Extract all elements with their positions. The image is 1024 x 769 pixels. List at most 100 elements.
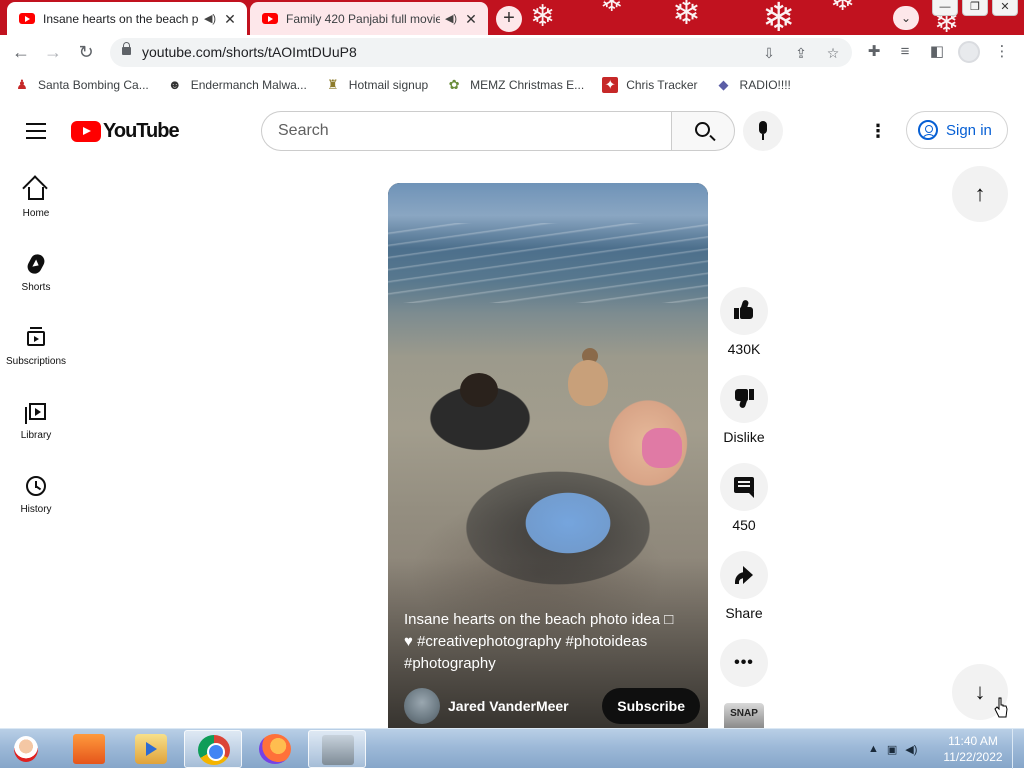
show-desktop-button[interactable] (1012, 729, 1024, 769)
taskbar-printer-app[interactable] (308, 730, 366, 768)
show-hidden-icons[interactable]: ▲ (868, 743, 879, 755)
close-tab-icon[interactable]: ✕ (462, 10, 480, 28)
comments-button[interactable] (720, 463, 768, 511)
extensions-puzzle-icon[interactable]: ✚ (862, 40, 886, 64)
bookmark-endermanch[interactable]: ☻ Endermanch Malwa... (167, 77, 307, 93)
taskbar-chrome[interactable] (184, 730, 242, 768)
dislike-button[interactable] (720, 375, 768, 423)
guide-item-shorts[interactable]: Shorts (0, 236, 72, 310)
shorts-icon (25, 251, 47, 277)
comment-icon (734, 477, 754, 498)
settings-more-icon[interactable]: ⋮ (866, 119, 890, 143)
sound-thumbnail[interactable]: SNAP (724, 703, 764, 728)
previous-short-button[interactable]: ↑ (952, 166, 1008, 222)
short-caption[interactable]: Insane hearts on the beach photo idea □ … (404, 609, 700, 675)
youtube-play-icon (71, 121, 101, 142)
start-button[interactable] (4, 729, 50, 769)
dislike-label: Dislike (723, 429, 765, 445)
like-count: 430K (727, 341, 761, 357)
bookmark-hotmail-signup[interactable]: ♜ Hotmail signup (325, 77, 428, 93)
snowflake-decoration: ❄ (672, 0, 701, 33)
guide-item-subscriptions[interactable]: Subscriptions (0, 310, 72, 384)
more-options-icon[interactable]: ••• (720, 639, 768, 687)
speaker-icon[interactable]: ◀) (203, 12, 217, 25)
side-panel-icon[interactable]: ◧ (925, 40, 949, 64)
arrow-down-icon: ↓ (974, 679, 986, 704)
guide-item-home[interactable]: Home (0, 162, 72, 236)
library-icon (25, 403, 46, 424)
windows-taskbar: ▲ ▣ ◀) 11:40 AM 11/22/2022 (0, 728, 1024, 769)
shorts-video-player[interactable]: Insane hearts on the beach photo idea □ … (388, 183, 708, 728)
taskbar-firefox[interactable] (246, 730, 304, 768)
speaker-icon[interactable]: ◀) (444, 12, 458, 25)
chrome-menu-icon[interactable]: ⋮ (990, 40, 1014, 64)
network-icon[interactable]: ▣ (887, 743, 897, 756)
profile-avatar-icon[interactable] (958, 41, 980, 63)
folder-icon (73, 734, 105, 764)
forward-button[interactable]: → (40, 39, 66, 65)
raccoon-icon: ☻ (167, 76, 182, 92)
taskbar-media-player[interactable] (122, 730, 180, 768)
guide-menu-icon[interactable] (26, 123, 46, 139)
gift-icon: ✦ (602, 76, 619, 93)
channel-row: Jared VanderMeer Subscribe (404, 688, 700, 724)
taskbar-clock[interactable]: 11:40 AM 11/22/2022 (940, 733, 1006, 765)
media-player-icon (135, 734, 167, 764)
bookmark-star-icon[interactable]: ☆ (822, 42, 844, 64)
bookmark-memz-christmas[interactable]: ✿ MEMZ Christmas E... (446, 77, 584, 93)
santa-icon: ♟ (16, 76, 28, 92)
sign-in-label: Sign in (946, 121, 992, 139)
back-button[interactable]: ← (8, 39, 34, 65)
channel-name[interactable]: Jared VanderMeer (448, 698, 602, 714)
reload-button[interactable]: ↻ (73, 39, 99, 65)
caption-line: Insane hearts on the beach photo idea □ (404, 611, 674, 628)
search-box[interactable] (261, 111, 672, 151)
youtube-favicon-icon (262, 13, 278, 24)
home-icon (28, 187, 44, 200)
woman-figure (560, 348, 708, 548)
bookmark-santa-bombing[interactable]: ♟ Santa Bombing Ca... (14, 77, 149, 93)
share-button[interactable] (720, 551, 768, 599)
tab-youtube-short[interactable]: Insane hearts on the beach photo idea ◀)… (7, 2, 247, 35)
lock-icon[interactable] (122, 42, 131, 55)
media-control-icon[interactable]: ≡ (893, 40, 917, 64)
taskbar-explorer[interactable] (60, 730, 118, 768)
tab-family-420[interactable]: Family 420 Panjabi full movie ◀) ✕ (250, 2, 488, 35)
url-text[interactable]: youtube.com/shorts/tAOImtDUuP8 (142, 44, 357, 60)
voice-search-button[interactable] (743, 111, 783, 151)
search-button[interactable] (671, 111, 735, 151)
channel-avatar[interactable] (404, 688, 440, 724)
minimize-button[interactable]: — (932, 0, 958, 16)
sign-in-button[interactable]: Sign in (906, 111, 1008, 149)
share-page-icon[interactable]: ⇪ (790, 42, 812, 64)
close-tab-icon[interactable]: ✕ (221, 10, 239, 28)
bookmark-chris-tracker[interactable]: ✦ Chris Tracker (602, 76, 698, 93)
bookmarks-bar: ♟ Santa Bombing Ca... ☻ Endermanch Malwa… (0, 70, 1024, 99)
guide-label: History (20, 504, 52, 515)
search-input[interactable] (262, 112, 642, 150)
guide-label: Shorts (21, 282, 51, 293)
bookmark-label: Santa Bombing Ca... (38, 77, 149, 92)
man-figure (400, 373, 550, 493)
youtube-logo[interactable]: YouTube (71, 120, 180, 143)
clock-date: 11/22/2022 (943, 750, 1003, 764)
guide-item-history[interactable]: History (0, 458, 72, 532)
browser-toolbar: ← → ↻ youtube.com/shorts/tAOImtDUuP8 ⇩ ⇪… (0, 35, 1024, 70)
bookmark-radio[interactable]: ◆ RADIO!!!! (716, 77, 791, 93)
guide-item-library[interactable]: Library (0, 384, 72, 458)
address-bar[interactable]: youtube.com/shorts/tAOImtDUuP8 ⇩ ⇪ ☆ (110, 38, 852, 67)
volume-icon[interactable]: ◀) (905, 743, 917, 756)
like-button[interactable] (720, 287, 768, 335)
new-tab-button[interactable]: + (496, 6, 522, 32)
tab-search-button[interactable]: ⌄ (893, 6, 919, 30)
subscribe-button[interactable]: Subscribe (602, 688, 700, 724)
close-window-button[interactable]: ✕ (992, 0, 1018, 16)
install-app-icon[interactable]: ⇩ (758, 42, 780, 64)
snowflake-decoration: ❄ (762, 0, 796, 35)
dislike-action: Dislike (720, 375, 768, 445)
restore-button[interactable]: ❐ (962, 0, 988, 16)
youtube-favicon-icon (19, 13, 35, 24)
window-controls: — ❐ ✕ (928, 0, 1018, 16)
printer-icon (322, 735, 354, 765)
clock-time: 11:40 AM (948, 734, 998, 748)
